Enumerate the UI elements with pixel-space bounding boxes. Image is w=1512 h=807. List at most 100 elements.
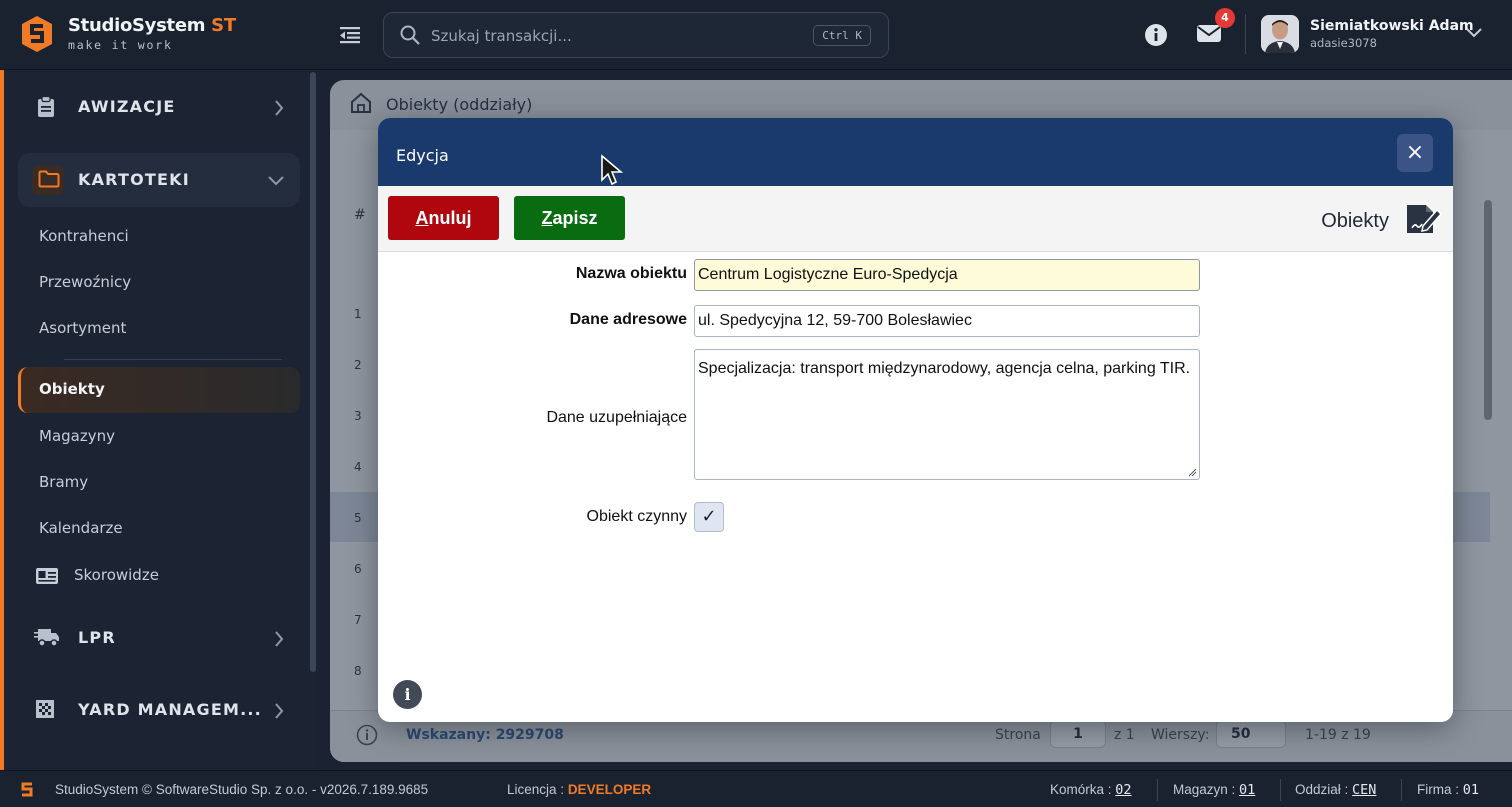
sidebar-item-skorowidze[interactable]: Skorowidze bbox=[74, 566, 159, 584]
branch-label: Oddział : bbox=[1295, 782, 1349, 797]
sidebar-scrollbar[interactable] bbox=[310, 72, 316, 672]
sidebar-section-yard[interactable]: YARD MANAGEM... bbox=[18, 683, 300, 737]
status-cell[interactable]: Komórka : 02 bbox=[1050, 782, 1132, 798]
save-hotkey: Z bbox=[541, 208, 553, 228]
chevron-right-icon bbox=[275, 100, 284, 116]
cell-label: Komórka : bbox=[1050, 782, 1112, 797]
sidebar-item-magazyny[interactable]: Magazyny bbox=[39, 427, 115, 445]
sidebar-section-label: AWIZACJE bbox=[78, 97, 176, 116]
mouse-cursor-icon bbox=[601, 154, 624, 186]
sidebar-item-asortyment[interactable]: Asortyment bbox=[39, 319, 126, 337]
status-separator bbox=[1280, 779, 1281, 801]
truck-icon bbox=[34, 629, 59, 647]
edit-dialog: Edycja × Anuluj Zapisz Obiekty Nazwa obi… bbox=[378, 118, 1453, 722]
studiosystem-logo-icon[interactable] bbox=[22, 16, 52, 52]
search-icon bbox=[400, 25, 420, 45]
page-of-label: z 1 bbox=[1114, 727, 1135, 743]
field-label-address: Dane adresowe bbox=[569, 311, 687, 328]
field-label-extra: Dane uzupełniające bbox=[546, 409, 687, 426]
extra-info-text: Specjalizacja: transport międzynarodowy,… bbox=[698, 360, 1191, 377]
column-header-hash: # bbox=[354, 207, 366, 223]
info-button[interactable]: i bbox=[393, 680, 422, 709]
notification-badge: 4 bbox=[1215, 8, 1235, 28]
license-label: Licencja : bbox=[507, 782, 565, 797]
sidebar-section-lpr[interactable]: LPR bbox=[18, 611, 300, 665]
status-bar: StudioSystem © SoftwareStudio Sp. z o.o.… bbox=[0, 770, 1512, 807]
status-separator bbox=[1157, 779, 1158, 801]
sidebar-item-bramy[interactable]: Bramy bbox=[39, 473, 88, 491]
rows-label: Wierszy: bbox=[1151, 727, 1210, 743]
brand: StudioSystem ST make it work bbox=[68, 15, 236, 52]
sidebar-item-kontrahenci[interactable]: Kontrahenci bbox=[39, 227, 129, 245]
active-checkbox[interactable]: ✓ bbox=[694, 502, 724, 532]
page-number-input[interactable]: 1 bbox=[1050, 720, 1106, 748]
warehouse-label: Magazyn : bbox=[1173, 782, 1236, 797]
row-number: 4 bbox=[354, 460, 362, 474]
field-label-name: Nazwa obiektu bbox=[575, 265, 687, 282]
selected-record-info: Wskazany: 2929708 bbox=[406, 727, 564, 743]
extra-info-textarea[interactable]: Specjalizacja: transport międzynarodowy,… bbox=[694, 349, 1200, 480]
sidebar-section-label: KARTOTEKI bbox=[78, 170, 190, 189]
warehouse-value: 01 bbox=[1239, 782, 1256, 798]
edit-document-icon bbox=[1407, 205, 1442, 233]
copyright-text: StudioSystem © SoftwareStudio Sp. z o.o.… bbox=[55, 782, 429, 797]
sidebar-section-awizacje[interactable]: AWIZACJE bbox=[18, 80, 300, 134]
sidebar-item-przewoznicy[interactable]: Przewoźnicy bbox=[39, 273, 131, 291]
row-number: 8 bbox=[354, 664, 362, 678]
grid-scrollbar[interactable] bbox=[1484, 200, 1492, 420]
dialog-toolbar: Anuluj Zapisz Obiekty bbox=[378, 186, 1453, 252]
close-button[interactable]: × bbox=[1397, 134, 1433, 172]
resize-grip-icon[interactable] bbox=[1187, 467, 1197, 477]
page-label: Strona bbox=[995, 727, 1041, 743]
name-field[interactable]: Centrum Logistyczne Euro-Spedycja bbox=[694, 259, 1200, 291]
dialog-context-label: Obiekty bbox=[1321, 210, 1389, 232]
sidebar-item-kalendarze[interactable]: Kalendarze bbox=[39, 519, 123, 537]
id-card-icon bbox=[36, 568, 58, 584]
license-value: DEVELOPER bbox=[567, 782, 652, 797]
sidebar-divider bbox=[64, 359, 282, 360]
user-login: adasie3078 bbox=[1310, 36, 1377, 50]
chevron-down-icon[interactable] bbox=[1466, 28, 1482, 38]
studiosystem-small-logo-icon bbox=[21, 782, 33, 797]
sidebar-section-kartoteki[interactable]: KARTOTEKI bbox=[18, 153, 300, 207]
search-shortcut: Ctrl K bbox=[813, 25, 871, 46]
field-label-active: Obiekt czynny bbox=[586, 508, 687, 525]
cancel-button[interactable]: Anuluj bbox=[388, 196, 499, 240]
folder-icon bbox=[38, 170, 60, 188]
info-circle-icon[interactable] bbox=[356, 724, 378, 746]
status-branch[interactable]: Oddział : CEN bbox=[1295, 782, 1376, 798]
row-number: 1 bbox=[354, 307, 362, 321]
row-number: 6 bbox=[354, 562, 362, 576]
sidebar: AWIZACJE KARTOTEKI Kontrahenci Przewoźni… bbox=[0, 70, 318, 770]
status-warehouse[interactable]: Magazyn : 01 bbox=[1173, 782, 1255, 798]
save-button[interactable]: Zapisz bbox=[514, 196, 625, 240]
search-box[interactable]: Szukaj transakcji... Ctrl K bbox=[383, 12, 889, 58]
home-icon[interactable] bbox=[350, 92, 372, 114]
row-number: 2 bbox=[354, 358, 362, 372]
top-bar: StudioSystem ST make it work Szukaj tran… bbox=[0, 0, 1512, 70]
rows-per-page-select[interactable]: 50 bbox=[1216, 720, 1286, 748]
avatar[interactable] bbox=[1261, 15, 1299, 53]
company-value: 01 bbox=[1462, 782, 1480, 798]
user-name[interactable]: Siemiatkowski Adam bbox=[1310, 18, 1474, 34]
sidebar-section-label: LPR bbox=[78, 628, 116, 647]
sidebar-section-label: YARD MANAGEM... bbox=[78, 700, 262, 719]
row-number: 3 bbox=[354, 409, 362, 423]
row-number: 7 bbox=[354, 613, 362, 627]
save-label: apisz bbox=[552, 208, 598, 228]
grid-icon bbox=[36, 700, 54, 718]
menu-collapse-icon[interactable] bbox=[340, 26, 360, 44]
status-company[interactable]: Firma : 01 bbox=[1417, 782, 1479, 798]
sidebar-item-obiekty[interactable]: Obiekty bbox=[18, 367, 300, 413]
avatar-image bbox=[1261, 15, 1299, 53]
dialog-title: Edycja bbox=[396, 146, 449, 165]
info-icon[interactable] bbox=[1144, 23, 1168, 47]
chevron-down-icon bbox=[268, 176, 284, 186]
search-input[interactable]: Szukaj transakcji... bbox=[431, 27, 572, 45]
branch-value: CEN bbox=[1352, 782, 1377, 798]
chevron-right-icon bbox=[275, 703, 284, 719]
brand-tagline: make it work bbox=[68, 38, 173, 52]
brand-suffix: ST bbox=[211, 15, 236, 36]
address-field[interactable]: ul. Spedycyjna 12, 59-700 Bolesławiec bbox=[694, 305, 1200, 337]
clipboard-icon bbox=[38, 96, 54, 117]
